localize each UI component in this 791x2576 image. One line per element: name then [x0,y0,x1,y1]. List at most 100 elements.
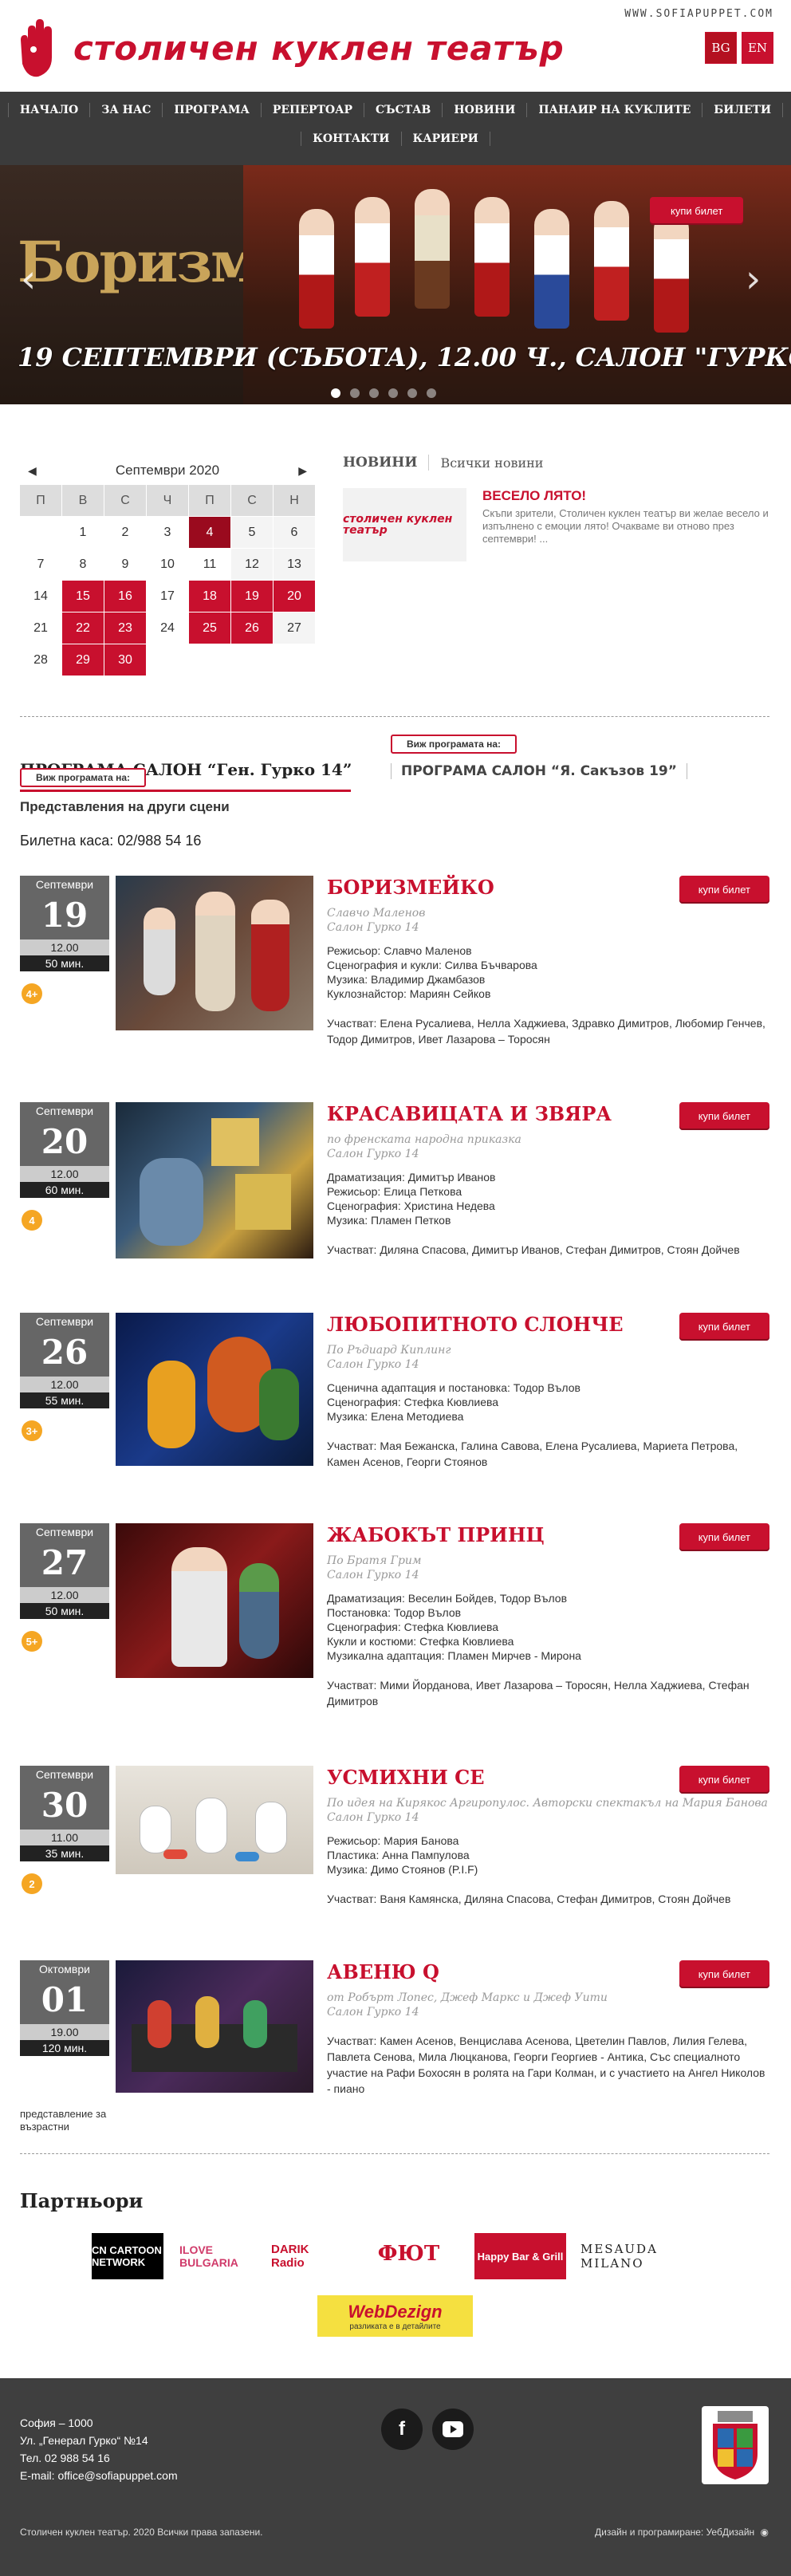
site-logo-text[interactable]: столичен куклен театър [73,29,565,68]
facebook-icon[interactable]: f [381,2409,423,2450]
triangle-left-icon[interactable]: ◀ [28,464,37,478]
slider-dot[interactable] [427,388,436,398]
calendar-day: 3 [147,517,189,549]
footer-developer[interactable]: Дизайн и програмиране: УебДизайн ◉ [595,2527,769,2538]
show-author: По Ръдиард Киплинг [327,1344,451,1357]
show-cast: Участват: Елена Русалиева, Нелла Хаджиев… [327,1017,765,1046]
buy-ticket-button[interactable]: купи билет [679,1766,769,1794]
puppet-figure [415,189,450,309]
footer-email[interactable]: E-mail: office@sofiapuppet.com [20,2467,178,2484]
age-note: представление за възрастни [20,2108,107,2133]
show-title[interactable]: КРАСАВИЦАТА И ЗВЯРА [327,1102,612,1125]
calendar-day-event[interactable]: 16 [104,581,147,612]
lang-en-button[interactable]: EN [742,32,773,64]
show-image[interactable] [116,876,313,1030]
calendar-day-event[interactable]: 23 [104,612,147,644]
footer-copyright: Столичен куклен театър. 2020 Всички прав… [20,2527,263,2538]
show-cast: Участват: Мими Йорданова, Ивет Лазарова … [327,1679,750,1707]
puppet-figure [474,197,510,317]
chevron-right-icon[interactable]: › [746,257,761,301]
buy-ticket-button[interactable]: купи билет [679,1313,769,1341]
tab-program-sakazov[interactable]: ПРОГРАМА САЛОН “Я. Сакъзов 19” [391,763,687,779]
chevron-left-icon[interactable]: ‹ [21,257,36,301]
partner-logo[interactable]: ILOVE BULGARIA [179,2233,255,2279]
show-title[interactable]: ЛЮБОПИТНОТО СЛОНЧЕ [327,1313,624,1336]
show-image[interactable] [116,1523,313,1678]
buy-ticket-button[interactable]: купи билет [679,1523,769,1551]
slider-dot[interactable] [407,388,417,398]
slider-dot[interactable] [331,388,340,398]
show-image[interactable] [116,1766,313,1874]
show-image[interactable] [116,1960,313,2093]
buy-ticket-button[interactable]: купи билет [679,1102,769,1130]
slider-dot[interactable] [369,388,379,398]
nav-item-program[interactable]: ПРОГРАМА [163,103,262,117]
puppet-figure [299,209,334,329]
age-badge: 2 [22,1873,42,1894]
show-title[interactable]: УСМИХНИ СЕ [327,1766,485,1789]
calendar-day: 14 [20,581,62,612]
show-title[interactable]: АВЕНЮ Q [327,1960,439,1983]
nav-item-contacts[interactable]: КОНТАКТИ [301,132,402,146]
hero-caption: 19 СЕПТЕМВРИ (СЪБОТА), 12.00 Ч., САЛОН "… [18,342,791,372]
news-thumbnail[interactable]: столичен куклен театър [343,488,466,561]
nav-item-tickets[interactable]: БИЛЕТИ [702,103,784,117]
show-duration: 50 мин. [20,1603,109,1619]
show-time: 12.00 [20,1587,109,1603]
tab-all-news[interactable]: Всички новини [440,455,543,471]
lang-bg-button[interactable]: BG [705,32,737,64]
show-day: 19 [20,893,109,939]
nav-item-repertoire[interactable]: РЕПЕРТОАР [262,103,365,117]
tab-news[interactable]: НОВИНИ [343,455,417,471]
partner-logo[interactable]: ФЮТ [363,2229,455,2279]
nav-item-about[interactable]: ЗА НАС [90,103,163,117]
calendar-weekday: Ч [147,485,189,517]
news-section: НОВИНИ Всички новини столичен куклен теа… [343,455,773,561]
calendar-day-event[interactable]: 20 [274,581,316,612]
show-date-box: Септември 30 11.00 35 мин. [20,1766,109,1861]
show-image[interactable] [116,1102,313,1258]
news-title[interactable]: ВЕСЕЛО ЛЯТО! [482,488,586,503]
buy-ticket-button[interactable]: купи билет [679,1960,769,1988]
calendar-day-event[interactable]: 22 [62,612,104,644]
other-stages-link[interactable]: Представления на други сцени [20,799,230,815]
calendar-day-event[interactable]: 25 [189,612,231,644]
calendar-day-event[interactable]: 26 [231,612,274,644]
calendar-day-event[interactable]: 19 [231,581,274,612]
hand-logo-icon[interactable] [16,16,57,80]
show-day: 20 [20,1120,109,1166]
nav-item-home[interactable]: НАЧАЛО [7,103,91,117]
calendar-day-event[interactable]: 15 [62,581,104,612]
calendar-day-event[interactable]: 18 [189,581,231,612]
hero-slider[interactable]: Боризмейко 19 СЕПТЕМВРИ (СЪБОТА), 12.00 … [0,165,791,404]
partner-name: CN CARTOON NETWORK [92,2244,162,2268]
show-image[interactable] [116,1313,313,1466]
nav-item-puppet-fair[interactable]: ПАНАИР НА КУКЛИТЕ [527,103,703,117]
buy-ticket-button[interactable]: купи билет [679,876,769,904]
slider-dot[interactable] [388,388,398,398]
calendar-day-event[interactable]: 30 [104,644,147,676]
triangle-right-icon[interactable]: ▶ [298,464,307,478]
show-title[interactable]: ЖАБОКЪТ ПРИНЦ [327,1523,545,1546]
slider-dot[interactable] [350,388,360,398]
youtube-icon[interactable] [432,2409,474,2450]
calendar-day-selected[interactable]: 4 [189,517,231,549]
age-badge: 4 [22,1210,42,1231]
partner-logo[interactable]: DARIK Radio [271,2233,343,2279]
partner-logo[interactable]: Happy Bar & Grill [474,2233,566,2279]
partner-logo[interactable]: CN CARTOON NETWORK [92,2233,163,2279]
partner-logo[interactable]: MESAUDA MILANO [580,2233,700,2279]
nav-item-careers[interactable]: КАРИЕРИ [402,132,490,146]
news-item[interactable]: столичен куклен театър ВЕСЕЛО ЛЯТО! Скъп… [343,488,773,561]
show-item: Септември 27 12.00 50 мин. 5+ ЖАБОКЪТ ПР… [20,1523,769,1723]
nav-item-cast[interactable]: СЪСТАВ [364,103,443,117]
partner-logo[interactable]: WebDezign разликата е в детайлите [317,2295,473,2337]
show-buy-wrap: купи билет [679,1523,769,1551]
news-body: ВЕСЕЛО ЛЯТО! Скъпи зрители, Столичен кук… [482,488,769,561]
hero-buy-ticket-button[interactable]: купи билет [650,197,744,225]
show-title[interactable]: БОРИЗМЕЙКО [327,876,494,899]
partner-name: WebDezign [348,2301,443,2322]
partner-name: MESAUDA MILANO [580,2242,658,2271]
nav-item-news[interactable]: НОВИНИ [443,103,528,117]
calendar-day-event[interactable]: 29 [62,644,104,676]
